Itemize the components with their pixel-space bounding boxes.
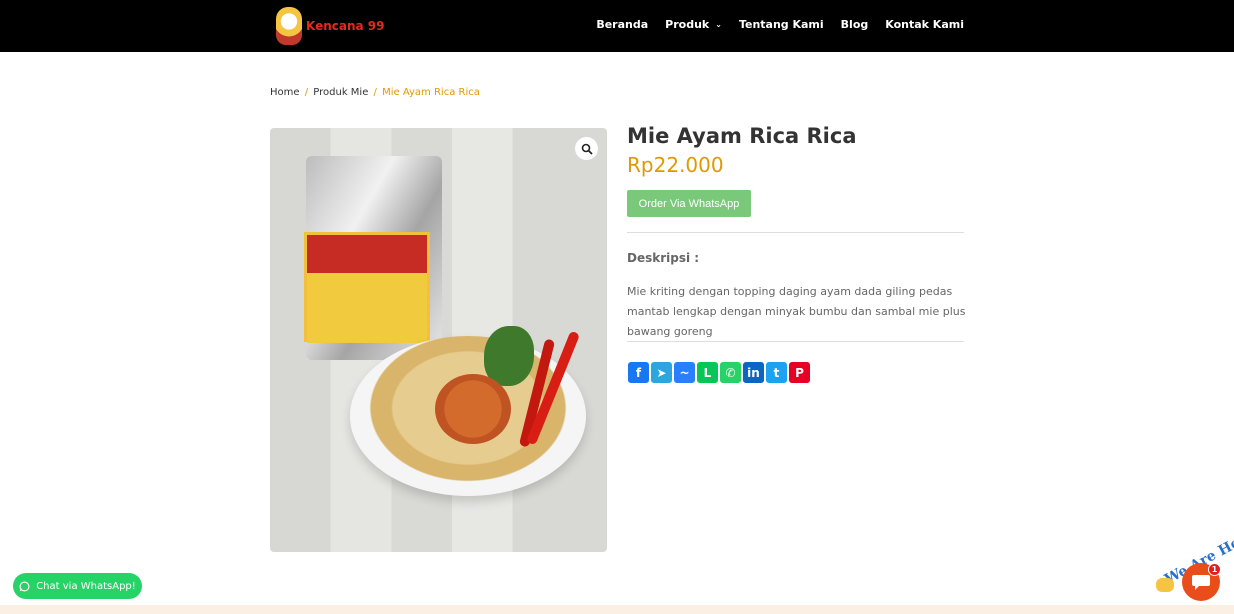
linkedin-icon: in: [747, 365, 760, 380]
product-image[interactable]: [270, 128, 607, 552]
chat-unread-badge: 1: [1208, 563, 1221, 576]
nav-item-blog[interactable]: Blog: [841, 18, 869, 31]
twitter-icon: t: [773, 365, 780, 380]
messenger-share-button[interactable]: ~: [674, 362, 695, 383]
twitter-share-button[interactable]: t: [766, 362, 787, 383]
breadcrumb-category[interactable]: Produk Mie: [313, 87, 368, 98]
chat-whatsapp-button[interactable]: Chat via WhatsApp!: [13, 573, 142, 599]
breadcrumb-home[interactable]: Home: [270, 87, 300, 98]
facebook-share-button[interactable]: f: [628, 362, 649, 383]
nav-label: Tentang Kami: [738, 18, 824, 31]
nav-item-tentang-kami[interactable]: Tentang Kami: [739, 18, 824, 31]
facebook-icon: f: [635, 365, 642, 380]
whatsapp-share-button[interactable]: ✆: [720, 362, 741, 383]
chicken-topping: [435, 374, 511, 444]
telegram-icon: ➤: [656, 365, 667, 380]
bok-choy: [484, 326, 534, 386]
description-heading: Deskripsi :: [627, 251, 700, 265]
pinterest-share-button[interactable]: P: [789, 362, 810, 383]
product-title: Mie Ayam Rica Rica: [627, 124, 857, 148]
divider: [627, 341, 964, 342]
footer-strip: [0, 605, 1234, 614]
breadcrumb: Home / Produk Mie / Mie Ayam Rica Rica: [270, 87, 480, 98]
main-nav: Beranda Produk ⌄ Tentang Kami Blog Kontak…: [596, 18, 964, 31]
nav-item-produk[interactable]: Produk ⌄: [665, 18, 722, 31]
search-icon: [581, 143, 593, 155]
pinterest-icon: P: [795, 365, 804, 380]
waving-hand-icon: [1156, 578, 1174, 592]
line-share-button[interactable]: L: [697, 362, 718, 383]
whatsapp-icon: [19, 581, 30, 591]
nav-label: Blog: [840, 18, 869, 31]
nav-label: Produk: [665, 18, 710, 31]
breadcrumb-current: Mie Ayam Rica Rica: [382, 87, 480, 98]
logo-text: Kencana 99: [306, 19, 385, 33]
order-whatsapp-button[interactable]: Order Via WhatsApp: [627, 190, 751, 217]
nav-label: Kontak Kami: [885, 18, 964, 31]
site-logo[interactable]: Kencana 99: [276, 7, 385, 45]
share-buttons: f ➤ ~ L ✆ in t P: [628, 362, 810, 383]
messenger-icon: ~: [679, 365, 690, 380]
chevron-down-icon: ⌄: [715, 20, 722, 29]
pouch-label: [304, 232, 430, 343]
whatsapp-icon: ✆: [725, 365, 736, 380]
product-price: Rp22.000: [627, 153, 724, 177]
chat-whatsapp-label: Chat via WhatsApp!: [36, 580, 136, 592]
breadcrumb-separator: /: [373, 87, 377, 98]
nav-item-kontak-kami[interactable]: Kontak Kami: [885, 18, 964, 31]
line-icon: L: [703, 365, 712, 380]
nav-label: Beranda: [596, 18, 649, 31]
logo-icon: [276, 7, 302, 45]
breadcrumb-separator: /: [304, 87, 309, 98]
site-header: Kencana 99 Beranda Produk ⌄ Tentang Kami …: [0, 0, 1234, 52]
chat-icon: [1192, 575, 1210, 590]
divider: [627, 232, 964, 233]
linkedin-share-button[interactable]: in: [743, 362, 764, 383]
zoom-button[interactable]: [575, 137, 598, 160]
description-text: Mie kriting dengan topping daging ayam d…: [627, 285, 966, 338]
nav-item-beranda[interactable]: Beranda: [596, 18, 648, 31]
telegram-share-button[interactable]: ➤: [651, 362, 672, 383]
